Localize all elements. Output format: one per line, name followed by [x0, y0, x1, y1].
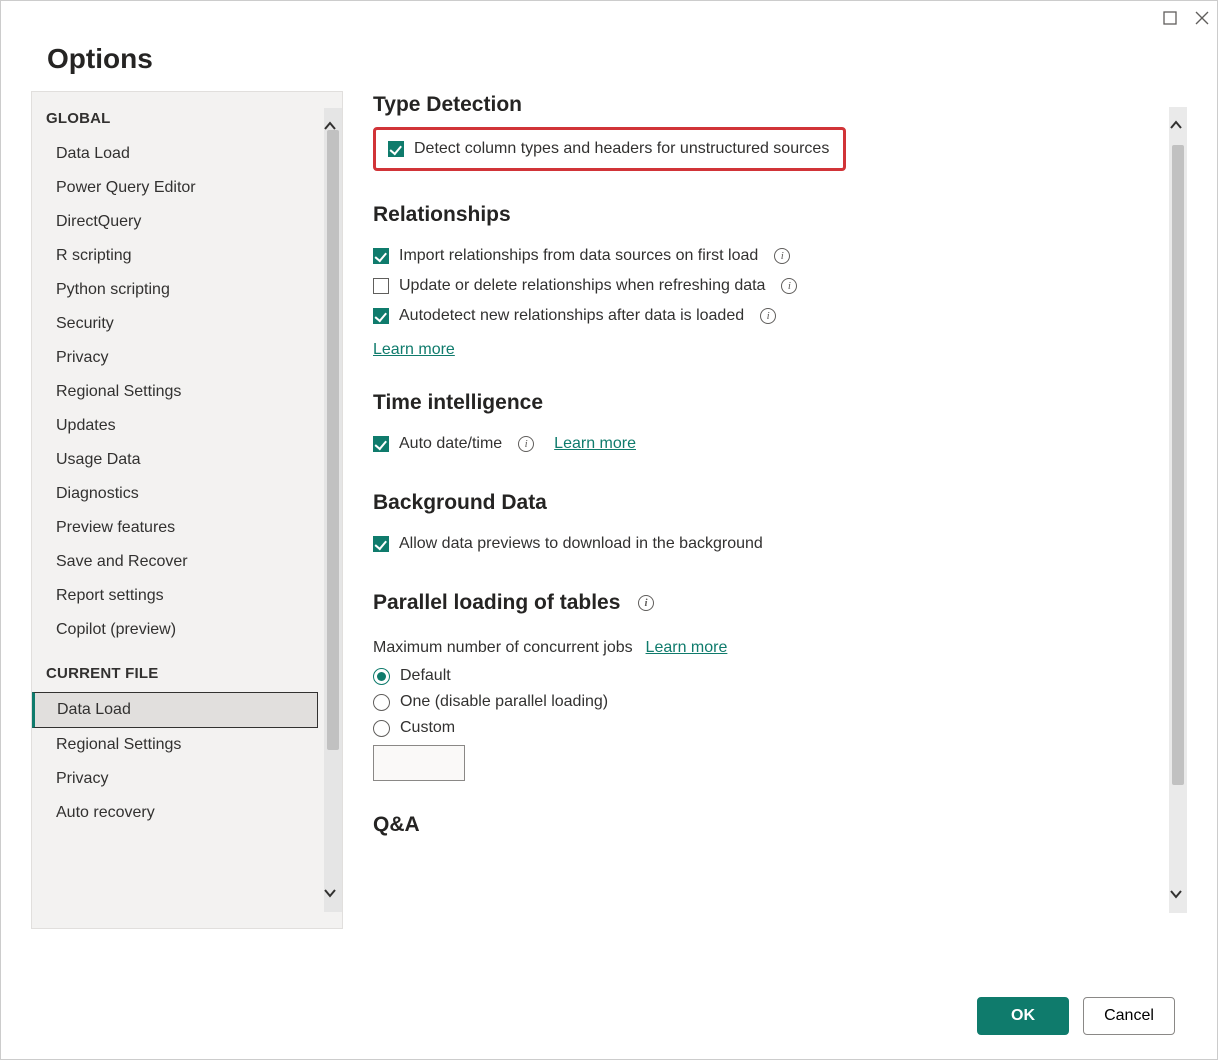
label-parallel-custom: Custom	[400, 719, 455, 737]
sidebar-item-diagnostics[interactable]: Diagnostics	[32, 477, 318, 511]
window-titlebar	[1, 1, 1217, 35]
highlighted-option-box: Detect column types and headers for unst…	[373, 127, 846, 171]
ok-button[interactable]: OK	[977, 997, 1069, 1035]
options-sidebar: GLOBAL Data Load Power Query Editor Dire…	[31, 91, 343, 929]
dialog-footer: OK Cancel	[977, 997, 1175, 1035]
chevron-up-icon[interactable]	[1169, 117, 1183, 134]
sidebar-item-power-query-editor[interactable]: Power Query Editor	[32, 171, 318, 205]
sidebar-group-current-file: CURRENT FILE	[32, 647, 318, 692]
chevron-down-icon[interactable]	[1169, 886, 1183, 903]
sidebar-item-usage-data[interactable]: Usage Data	[32, 443, 318, 477]
sidebar-item-global-privacy[interactable]: Privacy	[32, 341, 318, 375]
checkbox-allow-background-previews[interactable]	[373, 536, 389, 552]
sidebar-item-file-privacy[interactable]: Privacy	[32, 762, 318, 796]
label-max-concurrent-jobs: Maximum number of concurrent jobs	[373, 639, 633, 656]
section-type-detection: Type Detection	[373, 93, 1157, 117]
sidebar-item-preview-features[interactable]: Preview features	[32, 511, 318, 545]
radio-parallel-one[interactable]	[373, 694, 390, 711]
sidebar-item-report-settings[interactable]: Report settings	[32, 579, 318, 613]
options-content: Type Detection Detect column types and h…	[373, 91, 1187, 929]
sidebar-item-copilot-preview[interactable]: Copilot (preview)	[32, 613, 318, 647]
chevron-down-icon[interactable]	[323, 885, 337, 902]
section-background-data: Background Data	[373, 491, 1157, 515]
label-update-delete-relationships: Update or delete relationships when refr…	[399, 277, 765, 295]
cancel-button[interactable]: Cancel	[1083, 997, 1175, 1035]
close-icon[interactable]	[1195, 11, 1209, 25]
sidebar-item-file-data-load[interactable]: Data Load	[32, 692, 318, 728]
sidebar-item-global-data-load[interactable]: Data Load	[32, 137, 318, 171]
checkbox-detect-column-types[interactable]	[388, 141, 404, 157]
info-icon[interactable]: i	[774, 248, 790, 264]
checkbox-autodetect-relationships[interactable]	[373, 308, 389, 324]
checkbox-auto-date-time[interactable]	[373, 436, 389, 452]
input-parallel-custom-value[interactable]	[373, 745, 465, 781]
maximize-icon[interactable]	[1163, 11, 1177, 25]
link-learn-more-time-intel[interactable]: Learn more	[554, 435, 636, 453]
label-parallel-one: One (disable parallel loading)	[400, 693, 608, 711]
checkbox-update-delete-relationships[interactable]	[373, 278, 389, 294]
sidebar-item-save-and-recover[interactable]: Save and Recover	[32, 545, 318, 579]
label-detect-column-types: Detect column types and headers for unst…	[414, 140, 829, 158]
section-qa: Q&A	[373, 813, 1157, 837]
info-icon[interactable]: i	[518, 436, 534, 452]
info-icon[interactable]: i	[781, 278, 797, 294]
label-import-relationships: Import relationships from data sources o…	[399, 247, 758, 265]
radio-parallel-custom[interactable]	[373, 720, 390, 737]
section-relationships: Relationships	[373, 203, 1157, 227]
section-parallel-loading-label: Parallel loading of tables	[373, 591, 620, 614]
info-icon[interactable]: i	[638, 595, 654, 611]
sidebar-group-global: GLOBAL	[32, 92, 318, 137]
sidebar-item-auto-recovery[interactable]: Auto recovery	[32, 796, 318, 830]
section-time-intelligence: Time intelligence	[373, 391, 1157, 415]
label-auto-date-time: Auto date/time	[399, 435, 502, 453]
sidebar-item-directquery[interactable]: DirectQuery	[32, 205, 318, 239]
section-parallel-loading: Parallel loading of tables i	[373, 591, 1157, 615]
sidebar-item-global-regional-settings[interactable]: Regional Settings	[32, 375, 318, 409]
sidebar-item-r-scripting[interactable]: R scripting	[32, 239, 318, 273]
sidebar-item-updates[interactable]: Updates	[32, 409, 318, 443]
radio-parallel-default[interactable]	[373, 668, 390, 685]
info-icon[interactable]: i	[760, 308, 776, 324]
sidebar-item-python-scripting[interactable]: Python scripting	[32, 273, 318, 307]
sidebar-item-file-regional-settings[interactable]: Regional Settings	[32, 728, 318, 762]
link-learn-more-relationships[interactable]: Learn more	[373, 341, 1157, 359]
label-allow-background-previews: Allow data previews to download in the b…	[399, 535, 763, 553]
dialog-title: Options	[1, 35, 1217, 91]
label-autodetect-relationships: Autodetect new relationships after data …	[399, 307, 744, 325]
label-parallel-default: Default	[400, 667, 451, 685]
link-learn-more-parallel[interactable]: Learn more	[646, 639, 728, 656]
sidebar-item-security[interactable]: Security	[32, 307, 318, 341]
checkbox-import-relationships[interactable]	[373, 248, 389, 264]
